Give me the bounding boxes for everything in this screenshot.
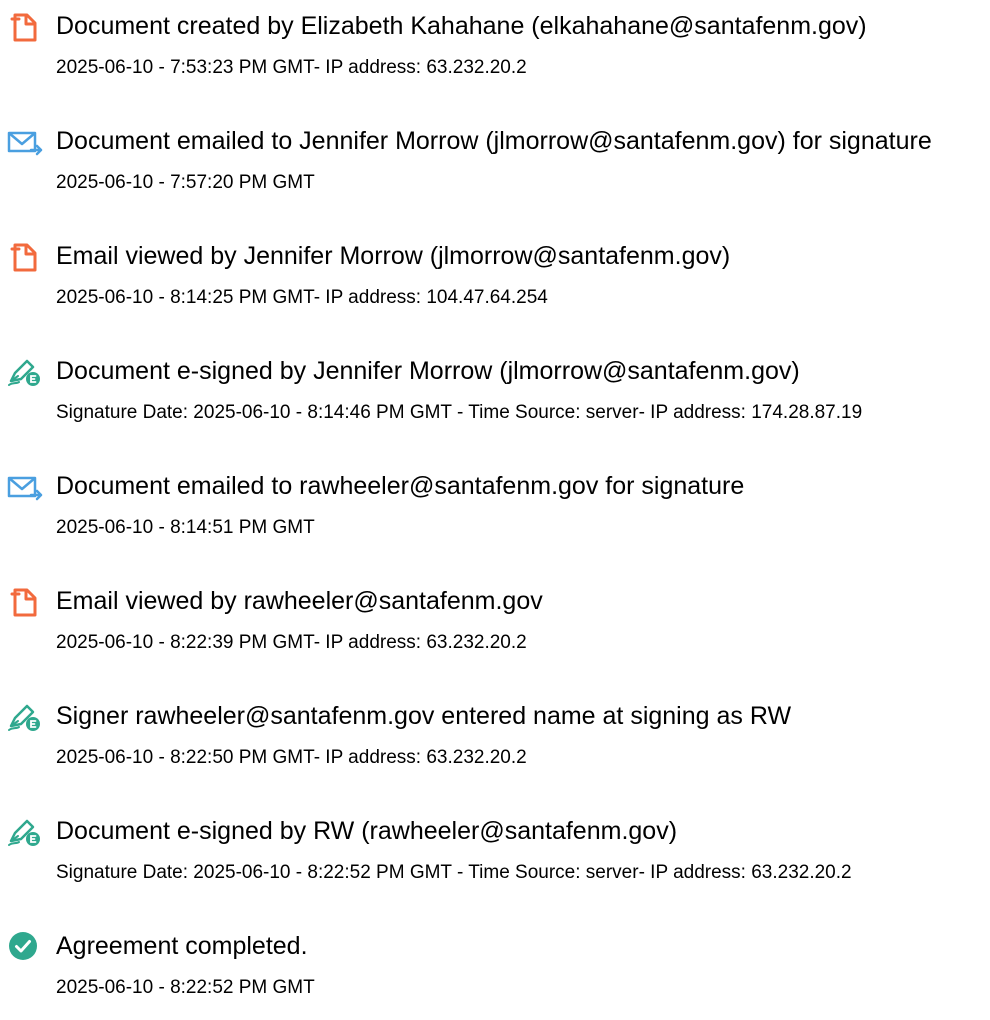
event-title: Document e-signed by RW (rawheeler@santa… [56,817,678,845]
event-detail: Signature Date: 2025-06-10 - 8:14:46 PM … [56,402,863,423]
audit-event: Document e-signed by Jennifer Morrow (jl… [0,345,990,445]
event-detail: 2025-06-10 - 8:14:25 PM GMT- IP address:… [56,287,548,308]
document-icon [7,240,43,272]
audit-event: Document emailed to Jennifer Morrow (jlm… [0,115,990,215]
audit-event: Agreement completed. 2025-06-10 - 8:22:5… [0,920,990,1020]
event-title: Document emailed to Jennifer Morrow (jlm… [56,127,932,155]
event-title: Email viewed by rawheeler@santafenm.gov [56,587,543,615]
audit-event: Signer rawheeler@santafenm.gov entered n… [0,690,990,790]
email-sent-icon [7,470,43,502]
event-detail: 2025-06-10 - 8:22:50 PM GMT- IP address:… [56,747,527,768]
email-sent-icon [7,125,43,157]
event-title: Agreement completed. [56,932,308,960]
audit-event: Document created by Elizabeth Kahahane (… [0,0,990,100]
event-title: Signer rawheeler@santafenm.gov entered n… [56,702,792,730]
event-detail: 2025-06-10 - 8:14:51 PM GMT [56,517,315,538]
event-detail: 2025-06-10 - 8:22:39 PM GMT- IP address:… [56,632,527,653]
event-title: Document emailed to rawheeler@santafenm.… [56,472,745,500]
event-detail: 2025-06-10 - 8:22:52 PM GMT [56,977,315,998]
check-circle-icon [7,930,43,962]
event-title: Document e-signed by Jennifer Morrow (jl… [56,357,800,385]
event-title: Document created by Elizabeth Kahahane (… [56,12,867,40]
event-detail: 2025-06-10 - 7:53:23 PM GMT- IP address:… [56,57,527,78]
audit-event: Email viewed by rawheeler@santafenm.gov … [0,575,990,675]
e-sign-pen-icon [7,700,43,732]
e-sign-pen-icon [7,815,43,847]
audit-event: Email viewed by Jennifer Morrow (jlmorro… [0,230,990,330]
audit-event: Document e-signed by RW (rawheeler@santa… [0,805,990,905]
document-icon [7,585,43,617]
e-sign-pen-icon [7,355,43,387]
document-icon [7,10,43,42]
event-title: Email viewed by Jennifer Morrow (jlmorro… [56,242,731,270]
event-detail: 2025-06-10 - 7:57:20 PM GMT [56,172,315,193]
audit-event: Document emailed to rawheeler@santafenm.… [0,460,990,560]
event-detail: Signature Date: 2025-06-10 - 8:22:52 PM … [56,862,852,883]
